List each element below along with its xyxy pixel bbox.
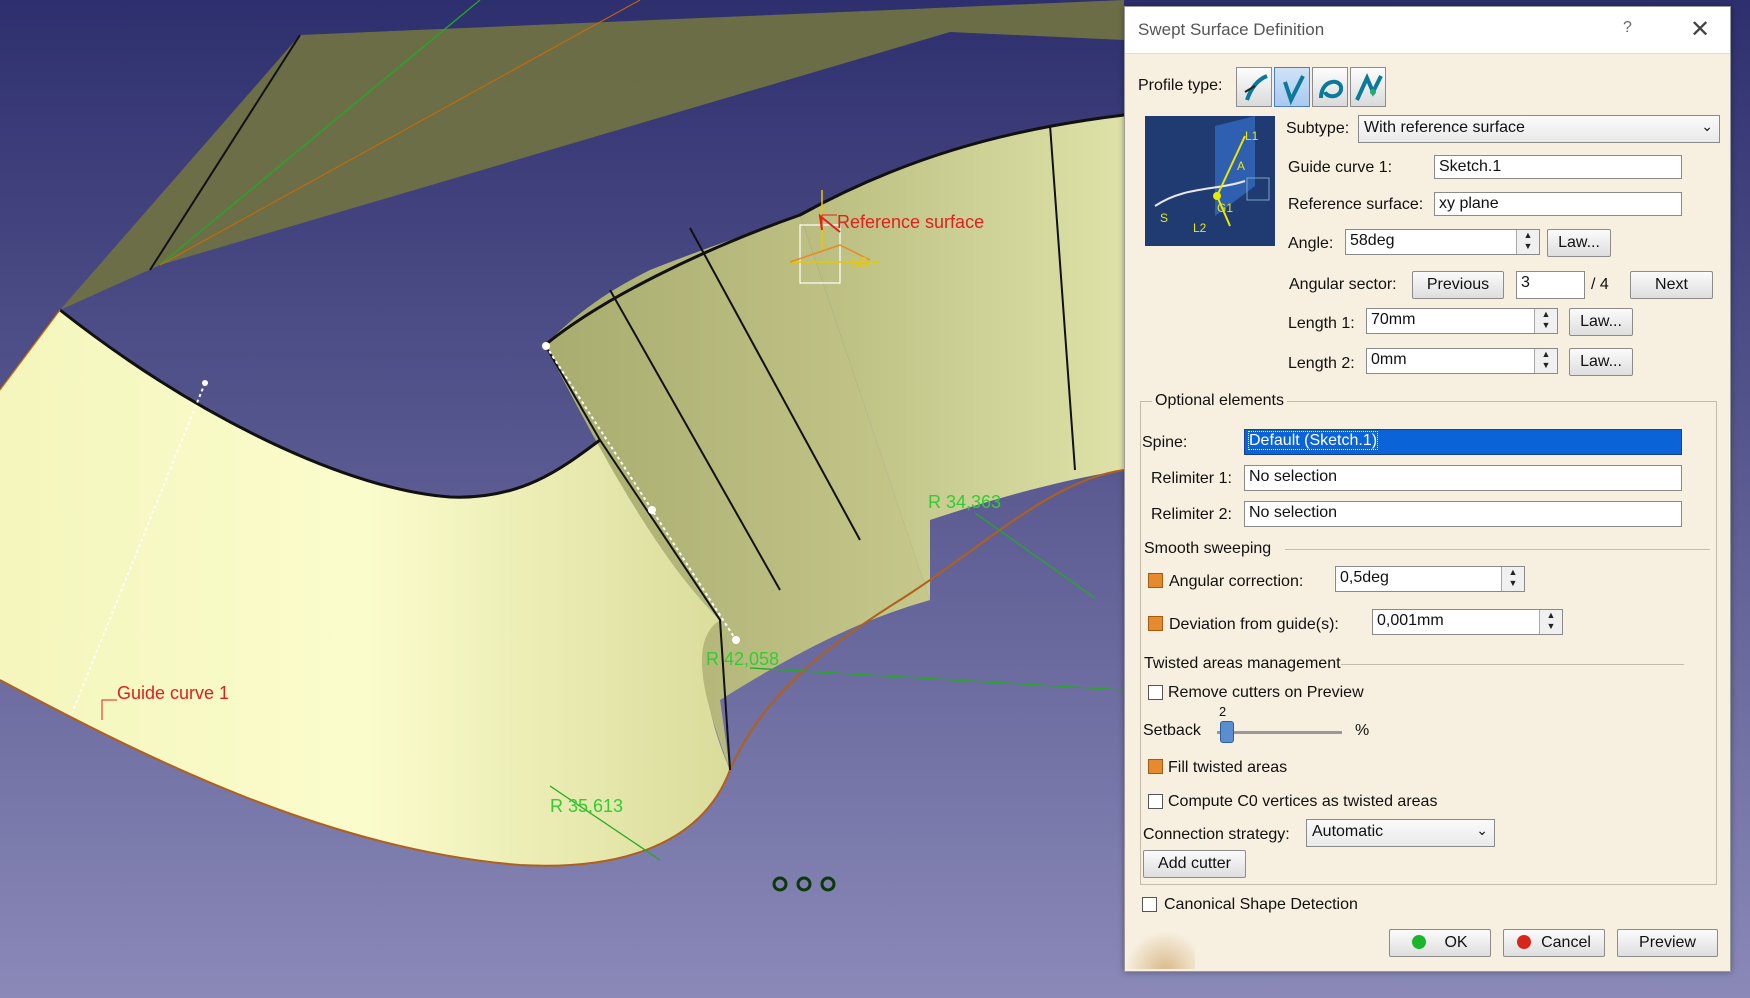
add-cutter-button[interactable]: Add cutter	[1143, 850, 1246, 878]
profile-type-label: Profile type:	[1138, 77, 1223, 94]
compute-c0-label: Compute C0 vertices as twisted areas	[1168, 793, 1438, 810]
connection-strategy-select[interactable]: Automatic ⌄	[1306, 819, 1495, 847]
preview-a: A	[1237, 159, 1245, 173]
setback-unit: %	[1355, 722, 1370, 739]
fill-twisted-checkbox[interactable]	[1148, 759, 1163, 774]
spine-value: Default (Sketch.1)	[1247, 431, 1379, 450]
compute-c0-checkbox[interactable]	[1148, 794, 1163, 809]
previous-button[interactable]: Previous	[1412, 271, 1504, 299]
length2-law-button[interactable]: Law...	[1569, 348, 1633, 376]
chevron-down-icon: ⌄	[1701, 118, 1713, 134]
divider	[1341, 664, 1684, 665]
preview-s: S	[1160, 211, 1168, 225]
radius-dimension-2: R 42,058	[706, 649, 779, 669]
sector-field[interactable]: 3	[1516, 271, 1585, 299]
sector-total: / 4	[1591, 276, 1609, 293]
angular-correction-label: Angular correction:	[1169, 573, 1304, 590]
angular-correction-spinner[interactable]: 0,5deg ▲ ▼	[1335, 566, 1525, 592]
length2-spinner[interactable]: 0mm ▲ ▼	[1366, 348, 1558, 374]
ok-label: OK	[1444, 934, 1468, 951]
angular-sector-label: Angular sector:	[1289, 276, 1397, 293]
swept-surface-dialog: Swept Surface Definition ? ✕ Profile typ…	[1124, 6, 1731, 972]
canonical-shape-checkbox[interactable]	[1142, 897, 1157, 912]
angle-spinner[interactable]: 58deg ▲ ▼	[1345, 229, 1540, 255]
spinner-arrows-icon[interactable]: ▲ ▼	[1534, 309, 1557, 333]
setback-slider-thumb[interactable]	[1219, 721, 1234, 743]
subtype-label: Subtype:	[1286, 120, 1350, 137]
length1-law-button[interactable]: Law...	[1569, 308, 1633, 336]
length2-value: 0mm	[1371, 351, 1407, 368]
explicit-profile-icon[interactable]	[1236, 67, 1272, 107]
divider	[1285, 549, 1710, 550]
canonical-shape-label: Canonical Shape Detection	[1164, 896, 1358, 913]
angle-law-button[interactable]: Law...	[1547, 229, 1611, 257]
guide-curve-label: Guide curve 1	[117, 683, 229, 703]
angular-correction-checkbox[interactable]	[1148, 573, 1163, 588]
chevron-down-icon: ⌄	[1476, 822, 1488, 838]
subtype-value: With reference surface	[1364, 119, 1525, 136]
length1-spinner[interactable]: 70mm ▲ ▼	[1366, 308, 1558, 334]
cancel-button[interactable]: Cancel	[1503, 929, 1605, 957]
corner-decoration-image	[1125, 931, 1195, 969]
remove-cutters-checkbox[interactable]	[1148, 685, 1163, 700]
smooth-sweeping-title: Smooth sweeping	[1144, 540, 1272, 557]
cancel-icon	[1517, 935, 1532, 949]
ok-icon	[1412, 935, 1427, 949]
spine-label: Spine:	[1142, 434, 1188, 451]
relimiter1-label: Relimiter 1:	[1151, 470, 1232, 487]
angular-correction-value: 0,5deg	[1340, 569, 1389, 586]
reference-surface-field[interactable]: xy plane	[1434, 192, 1682, 216]
relimiter2-field[interactable]: No selection	[1244, 501, 1682, 527]
preview-g1: G1	[1217, 201, 1233, 215]
fill-twisted-label: Fill twisted areas	[1168, 759, 1288, 776]
cancel-label: Cancel	[1541, 934, 1591, 951]
reference-surface-label: Reference surface	[837, 212, 984, 232]
deviation-checkbox[interactable]	[1148, 616, 1163, 631]
remove-cutters-label: Remove cutters on Preview	[1168, 684, 1364, 701]
subtype-preview-image: L1 A G1 S L2	[1145, 116, 1275, 246]
deviation-value: 0,001mm	[1377, 612, 1444, 629]
ok-button[interactable]: OK	[1389, 929, 1491, 957]
circle-profile-icon[interactable]	[1312, 67, 1348, 107]
length1-value: 70mm	[1371, 311, 1416, 328]
radius-dimension-1: R 34,363	[928, 492, 1001, 512]
length2-label: Length 2:	[1288, 355, 1355, 372]
relimiter1-field[interactable]: No selection	[1244, 465, 1682, 491]
length1-label: Length 1:	[1288, 315, 1355, 332]
deviation-label: Deviation from guide(s):	[1169, 616, 1339, 633]
angle-value: 58deg	[1350, 232, 1395, 249]
deviation-spinner[interactable]: 0,001mm ▲ ▼	[1372, 609, 1563, 635]
dialog-title: Swept Surface Definition	[1138, 20, 1325, 39]
relimiter2-label: Relimiter 2:	[1151, 506, 1232, 523]
subtype-select[interactable]: With reference surface ⌄	[1358, 115, 1720, 143]
angle-tag: 58	[850, 255, 868, 272]
spinner-arrows-icon[interactable]: ▲ ▼	[1539, 610, 1562, 634]
connection-strategy-label: Connection strategy:	[1143, 826, 1290, 843]
conic-profile-icon[interactable]	[1350, 67, 1386, 107]
angle-label: Angle:	[1288, 235, 1334, 252]
close-icon[interactable]: ✕	[1690, 15, 1710, 44]
setback-value: 2	[1219, 704, 1227, 719]
next-button[interactable]: Next	[1630, 271, 1713, 299]
twisted-areas-title: Twisted areas management	[1144, 655, 1341, 672]
preview-l1: L1	[1245, 129, 1259, 143]
dialog-titlebar[interactable]: Swept Surface Definition ? ✕	[1125, 7, 1730, 54]
spinner-arrows-icon[interactable]: ▲ ▼	[1516, 230, 1539, 254]
connection-strategy-value: Automatic	[1312, 823, 1384, 840]
preview-l2: L2	[1193, 221, 1207, 235]
guide-curve-label: Guide curve 1:	[1288, 159, 1393, 176]
line-profile-icon[interactable]	[1274, 67, 1310, 107]
preview-button[interactable]: Preview	[1617, 929, 1718, 957]
radius-dimension-3: R 35,613	[550, 796, 623, 816]
setback-label: Setback	[1143, 722, 1201, 739]
optional-elements-title: Optional elements	[1152, 392, 1287, 410]
spinner-arrows-icon[interactable]: ▲ ▼	[1534, 349, 1557, 373]
guide-curve-field[interactable]: Sketch.1	[1434, 155, 1682, 179]
reference-surface-label: Reference surface:	[1288, 196, 1424, 213]
help-icon[interactable]: ?	[1623, 19, 1632, 37]
spinner-arrows-icon[interactable]: ▲ ▼	[1501, 567, 1524, 591]
setback-slider-track[interactable]	[1217, 731, 1342, 734]
spine-field[interactable]: Default (Sketch.1)	[1244, 429, 1682, 455]
